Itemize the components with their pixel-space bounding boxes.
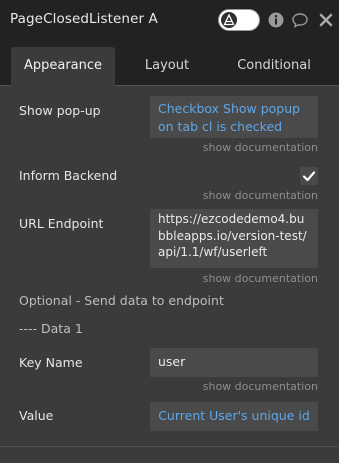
inform-backend-checkbox[interactable] <box>300 167 318 185</box>
value-expression-field[interactable]: Current User's unique id <box>150 402 318 431</box>
key-name-input[interactable]: user <box>150 348 318 377</box>
inform-backend-show-documentation-link[interactable]: show documentation <box>203 189 318 202</box>
tab-layout[interactable]: Layout <box>118 47 216 86</box>
comment-icon[interactable] <box>292 12 308 28</box>
data-1-heading: ---- Data 1 <box>19 321 83 336</box>
url-endpoint-input[interactable]: https://ezcodedemo4.bubbleapps.io/versio… <box>150 209 318 268</box>
url-endpoint-label: URL Endpoint <box>19 216 104 231</box>
bottom-divider <box>0 446 339 447</box>
info-icon[interactable] <box>268 12 284 28</box>
tab-appearance[interactable]: Appearance <box>11 47 115 86</box>
tab-conditional[interactable]: Conditional <box>222 47 326 86</box>
show-popup-expression-field[interactable]: Checkbox Show popup on tab cl is checked <box>150 96 318 138</box>
property-editor-panel: PageClosedListener A Appearance Layout C… <box>0 0 339 463</box>
title-bar: PageClosedListener A <box>0 0 339 40</box>
key-name-show-documentation-link[interactable]: show documentation <box>203 380 318 393</box>
key-name-label: Key Name <box>19 355 83 370</box>
value-label: Value <box>19 408 54 423</box>
optional-data-heading: Optional - Send data to endpoint <box>19 293 224 308</box>
show-popup-show-documentation-link[interactable]: show documentation <box>203 141 318 154</box>
close-icon[interactable] <box>318 12 334 28</box>
toggle-knob <box>221 12 237 28</box>
tab-bar: Appearance Layout Conditional <box>0 40 339 86</box>
url-endpoint-show-documentation-link[interactable]: show documentation <box>203 272 318 285</box>
inform-backend-label: Inform Backend <box>19 168 118 183</box>
inspect-icon <box>223 14 235 26</box>
inspector-toggle[interactable] <box>218 9 260 31</box>
show-popup-label: Show pop-up <box>19 103 101 118</box>
element-name-title[interactable]: PageClosedListener A <box>10 11 158 27</box>
